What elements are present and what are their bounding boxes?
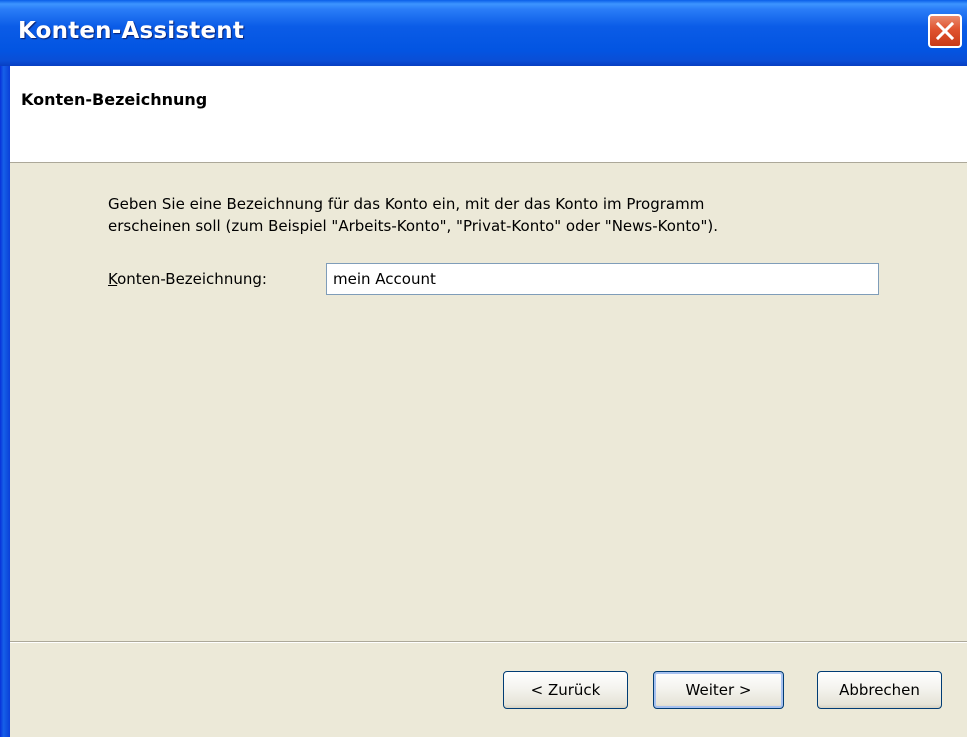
window-frame-left [0,0,10,737]
instructions-text: Geben Sie eine Bezeichnung für das Konto… [108,193,888,237]
window-title: Konten-Assistent [18,18,245,44]
instructions-line-2: erscheinen soll (zum Beispiel "Arbeits-K… [108,217,718,235]
back-button[interactable]: < Zurück [503,671,628,709]
account-name-label-text: onten-Bezeichnung: [117,270,267,288]
account-name-input[interactable] [326,263,879,295]
cancel-button[interactable]: Abbrechen [817,671,942,709]
wizard-content: Geben Sie eine Bezeichnung für das Konto… [10,163,967,641]
account-name-label: Konten-Bezeichnung: [108,270,267,288]
page-title: Konten-Bezeichnung [21,90,208,109]
wizard-window: Konten-Assistent Konten-Bezeichnung Gebe… [0,0,967,737]
account-name-label-accesskey: K [108,270,118,288]
footer-separator [10,641,967,643]
close-button[interactable] [928,14,962,48]
instructions-line-1: Geben Sie eine Bezeichnung für das Konto… [108,195,705,213]
title-bar[interactable]: Konten-Assistent [0,0,967,66]
close-icon [935,21,955,41]
wizard-header: Konten-Bezeichnung [10,66,967,163]
next-button[interactable]: Weiter > [653,671,784,709]
